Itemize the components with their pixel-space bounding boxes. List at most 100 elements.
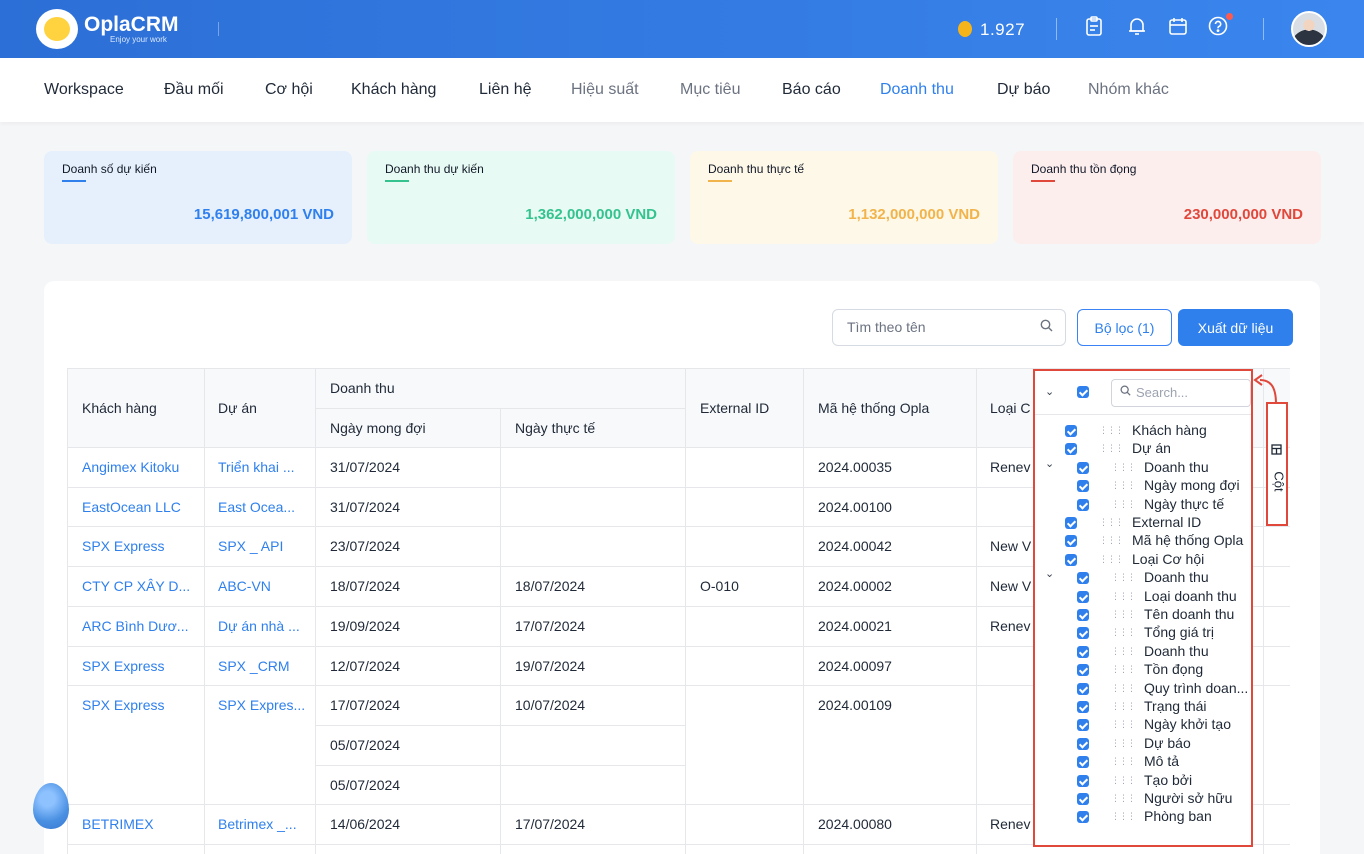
clipboard-icon[interactable] <box>1081 15 1107 41</box>
drag-handle-icon[interactable]: ⋮⋮⋮ <box>1111 646 1136 657</box>
column-checkbox[interactable] <box>1077 645 1089 658</box>
header-opla-code[interactable]: Mã hệ thống Opla <box>818 400 929 416</box>
column-checkbox[interactable] <box>1077 737 1089 750</box>
column-option-label[interactable]: Quy trình doan... <box>1144 680 1248 696</box>
column-option-label[interactable]: Doanh thu <box>1144 643 1209 659</box>
drag-handle-icon[interactable]: ⋮⋮⋮ <box>1111 591 1136 602</box>
header-external-id[interactable]: External ID <box>700 400 769 416</box>
column-option-label[interactable]: Ngày mong đợi <box>1144 477 1240 493</box>
project-link[interactable]: Dự án nhà ... <box>218 618 300 634</box>
export-button[interactable]: Xuất dữ liệu <box>1178 309 1293 346</box>
select-all-checkbox[interactable] <box>1077 386 1089 398</box>
nav-reports[interactable]: Báo cáo <box>782 81 841 99</box>
drag-handle-icon[interactable]: ⋮⋮⋮ <box>1111 664 1136 675</box>
header-expected-date[interactable]: Ngày mong đợi <box>330 420 426 436</box>
column-checkbox[interactable] <box>1065 425 1077 437</box>
column-option-label[interactable]: Mã hệ thống Opla <box>1132 532 1243 548</box>
drag-handle-icon[interactable]: ⋮⋮⋮ <box>1111 775 1136 786</box>
nav-leads[interactable]: Đầu mối <box>164 81 224 99</box>
drag-handle-icon[interactable]: ⋮⋮⋮ <box>1099 535 1124 546</box>
column-option-label[interactable]: Tổng giá trị <box>1144 624 1214 640</box>
nav-goals[interactable]: Mục tiêu <box>680 81 740 99</box>
column-checkbox[interactable] <box>1077 682 1089 695</box>
customer-link[interactable]: SPX Express <box>82 697 164 713</box>
customer-link[interactable]: EastOcean LLC <box>82 499 181 515</box>
project-link[interactable]: SPX _ API <box>218 538 283 554</box>
drag-handle-icon[interactable]: ⋮⋮⋮ <box>1111 462 1136 473</box>
nav-workspace[interactable]: Workspace <box>44 81 124 99</box>
header-project[interactable]: Dự án <box>218 400 257 416</box>
customer-link[interactable]: SPX Express <box>82 538 164 554</box>
chevron-down-icon[interactable]: ⌄ <box>1045 567 1054 580</box>
user-avatar[interactable] <box>1291 11 1327 47</box>
column-checkbox[interactable] <box>1077 461 1089 474</box>
column-option-label[interactable]: Loại doanh thu <box>1144 588 1237 604</box>
header-actual-date[interactable]: Ngày thực tế <box>515 420 595 436</box>
drag-handle-icon[interactable]: ⋮⋮⋮ <box>1111 572 1136 583</box>
column-checkbox[interactable] <box>1077 572 1089 585</box>
customer-link[interactable]: CTY CP XÂY D... <box>82 578 190 594</box>
column-checkbox[interactable] <box>1065 443 1077 456</box>
column-checkbox[interactable] <box>1065 535 1077 548</box>
nav-performance[interactable]: Hiệu suất <box>571 81 639 99</box>
column-option-label[interactable]: Tạo bởi <box>1144 772 1192 788</box>
filter-button[interactable]: Bộ lọc (1) <box>1077 309 1172 346</box>
search-input[interactable] <box>847 319 1037 335</box>
column-checkbox[interactable] <box>1077 701 1089 713</box>
drag-handle-icon[interactable]: ⋮⋮⋮ <box>1099 443 1124 454</box>
column-option-label[interactable]: Doanh thu <box>1144 569 1209 585</box>
nav-forecast[interactable]: Dự báo <box>997 81 1050 99</box>
drag-handle-icon[interactable]: ⋮⋮⋮ <box>1111 793 1136 804</box>
calendar-icon[interactable] <box>1165 15 1191 41</box>
column-option-label[interactable]: Khách hàng <box>1132 422 1207 438</box>
column-option-label[interactable]: Trạng thái <box>1144 698 1207 714</box>
header-deal-type[interactable]: Loại C <box>990 400 1030 416</box>
drag-handle-icon[interactable]: ⋮⋮⋮ <box>1111 683 1136 694</box>
nav-contacts[interactable]: Liên hệ <box>479 81 532 99</box>
column-option-label[interactable]: Dự án <box>1132 440 1171 456</box>
column-option-label[interactable]: Tồn đọng <box>1144 661 1203 677</box>
column-option-label[interactable]: Phòng ban <box>1144 808 1212 824</box>
column-checkbox[interactable] <box>1077 774 1089 787</box>
column-checkbox[interactable] <box>1077 811 1089 824</box>
drag-handle-icon[interactable]: ⋮⋮⋮ <box>1111 701 1136 712</box>
column-option-label[interactable]: Ngày khởi tạo <box>1144 716 1231 732</box>
project-link[interactable]: ABC-VN <box>218 578 271 594</box>
drag-handle-icon[interactable]: ⋮⋮⋮ <box>1111 480 1136 491</box>
search-field[interactable] <box>832 309 1066 346</box>
customer-link[interactable]: ARC Bình Dươ... <box>82 618 188 634</box>
chevron-down-icon[interactable]: ⌄ <box>1045 457 1054 470</box>
column-option-label[interactable]: Người sở hữu <box>1144 790 1232 806</box>
drag-handle-icon[interactable]: ⋮⋮⋮ <box>1111 627 1136 638</box>
drag-handle-icon[interactable]: ⋮⋮⋮ <box>1099 517 1124 528</box>
column-option-label[interactable]: External ID <box>1132 514 1201 530</box>
column-search-input[interactable] <box>1136 385 1246 400</box>
customer-link[interactable]: SPX Express <box>82 658 164 674</box>
column-option-label[interactable]: Mô tả <box>1144 753 1179 769</box>
column-checkbox[interactable] <box>1077 609 1089 621</box>
chevron-down-icon[interactable]: ⌄ <box>1045 385 1054 398</box>
nav-opportunities[interactable]: Cơ hội <box>265 81 313 99</box>
column-checkbox[interactable] <box>1065 553 1077 566</box>
column-option-label[interactable]: Ngày thực tế <box>1144 496 1224 512</box>
column-checkbox[interactable] <box>1065 517 1077 529</box>
column-checkbox[interactable] <box>1077 664 1089 677</box>
column-checkbox[interactable] <box>1077 719 1089 732</box>
bell-icon[interactable] <box>1124 15 1150 41</box>
drag-handle-icon[interactable]: ⋮⋮⋮ <box>1111 719 1136 730</box>
drag-handle-icon[interactable]: ⋮⋮⋮ <box>1099 554 1124 565</box>
column-option-label[interactable]: Tên doanh thu <box>1144 606 1234 622</box>
nav-revenue[interactable]: Doanh thu <box>880 81 954 99</box>
column-option-label[interactable]: Loại Cơ hội <box>1132 551 1204 567</box>
mascot-egg-icon[interactable] <box>33 783 69 829</box>
drag-handle-icon[interactable]: ⋮⋮⋮ <box>1111 499 1136 510</box>
drag-handle-icon[interactable]: ⋮⋮⋮ <box>1111 756 1136 767</box>
drag-handle-icon[interactable]: ⋮⋮⋮ <box>1111 811 1136 822</box>
header-customer[interactable]: Khách hàng <box>82 400 157 416</box>
project-link[interactable]: Triển khai ... <box>218 459 295 475</box>
column-checkbox[interactable] <box>1077 793 1089 805</box>
project-link[interactable]: SPX Expres... <box>218 697 305 713</box>
columns-tab[interactable]: Cột <box>1266 402 1288 526</box>
app-logo[interactable]: OplaCRM Enjoy your work <box>36 9 179 49</box>
column-option-label[interactable]: Dự báo <box>1144 735 1191 751</box>
